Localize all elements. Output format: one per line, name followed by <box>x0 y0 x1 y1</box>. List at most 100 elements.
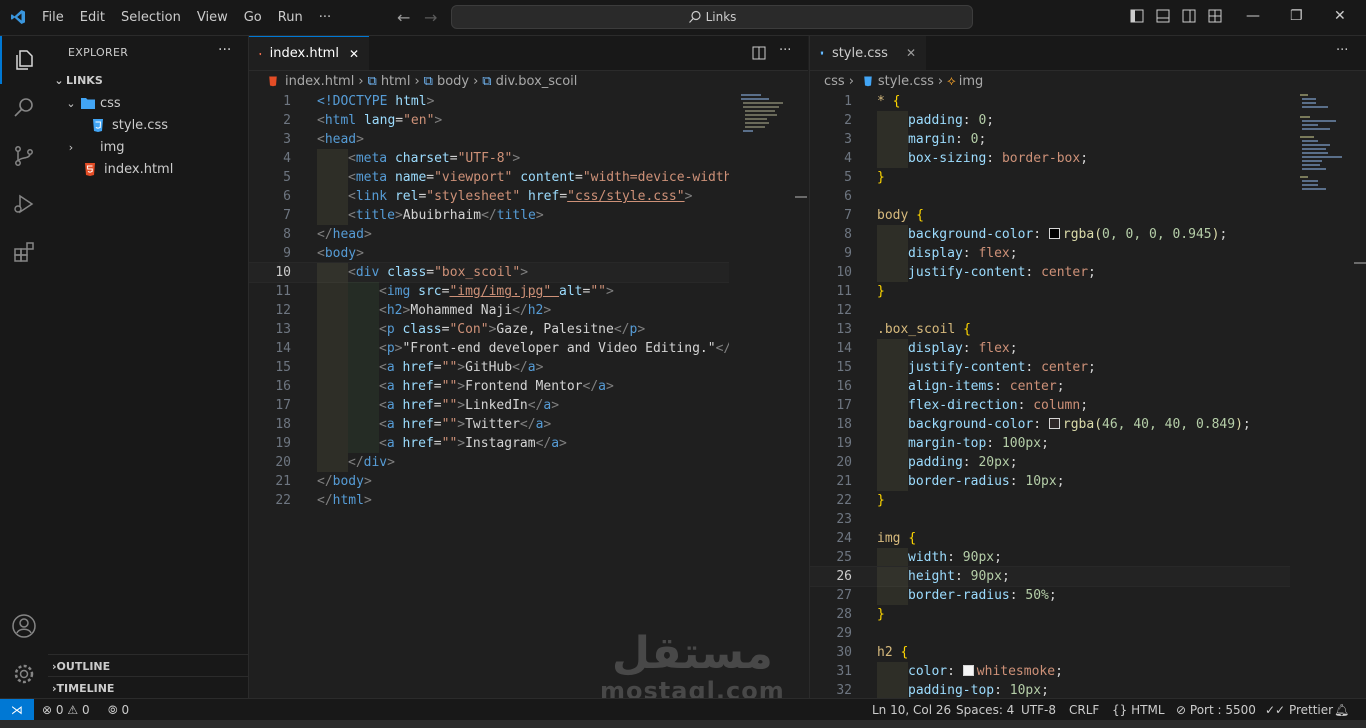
workspace-root[interactable]: ⌄ LINKS <box>48 69 252 91</box>
editor-more-icon[interactable]: ··· <box>779 43 791 58</box>
code-line[interactable]: 13 .box_scoil { <box>810 320 1290 339</box>
code-line[interactable]: 26 height: 90px; <box>810 566 1290 587</box>
code-line[interactable]: 22} <box>810 491 1290 510</box>
code-line[interactable]: 19 margin-top: 100px; <box>810 434 1290 453</box>
code-line[interactable]: 4 <meta charset="UTF-8"> <box>249 149 729 168</box>
code-line[interactable]: 4 box-sizing: border-box; <box>810 149 1290 168</box>
code-line[interactable]: 18 background-color: rgba(46, 40, 40, 0.8… <box>810 415 1290 434</box>
menu-go[interactable]: Go <box>236 10 270 25</box>
live-server-port[interactable]: ⊘ Port : 5500 <box>1176 699 1256 721</box>
code-line[interactable]: 2 padding: 0; <box>810 111 1290 130</box>
close-tab-icon[interactable]: ✕ <box>906 46 916 60</box>
code-area-left[interactable]: 1 <!DOCTYPE html> 2 <html lang="en"> 3 <head>… <box>249 92 729 698</box>
code-line[interactable]: 16 align-items: center; <box>810 377 1290 396</box>
close-window-icon[interactable]: ✕ <box>1334 8 1346 24</box>
code-line[interactable]: 28} <box>810 605 1290 624</box>
code-line[interactable]: 7 body { <box>810 206 1290 225</box>
code-line[interactable]: 25 width: 90px; <box>810 548 1290 567</box>
code-line[interactable]: 6 <box>810 187 1290 206</box>
minimize-window-icon[interactable]: — <box>1246 8 1260 24</box>
tab-index-html[interactable]: index.html ✕ <box>249 36 369 70</box>
line-ending[interactable]: CRLF <box>1069 699 1099 721</box>
code-line[interactable]: 29 <box>810 624 1290 643</box>
code-line[interactable]: 11 <img src="img/img.jpg" alt=""> <box>249 282 729 301</box>
code-line[interactable]: 21 </body> <box>249 472 729 491</box>
tree-item-img-folder[interactable]: › img <box>48 136 264 158</box>
tab-style-css[interactable]: style.css ✕ <box>810 36 926 70</box>
code-line[interactable]: 2 <html lang="en"> <box>249 111 729 130</box>
code-line[interactable]: 14 <p>"Front-end developer and Video Edit… <box>249 339 729 358</box>
code-line[interactable]: 6 <link rel="stylesheet" href="css/style.… <box>249 187 729 206</box>
code-line[interactable]: 23 <box>810 510 1290 529</box>
minimap-right[interactable] <box>1298 92 1358 212</box>
code-line[interactable]: 24 img { <box>810 529 1290 548</box>
code-line[interactable]: 8 </head> <box>249 225 729 244</box>
remote-indicator[interactable]: ⋊ <box>0 699 34 721</box>
source-control-activity[interactable] <box>0 132 48 180</box>
code-line[interactable]: 9 <body> <box>249 244 729 263</box>
menu-more[interactable]: ··· <box>311 10 339 25</box>
code-line[interactable]: 8 background-color: rgba(0, 0, 0, 0.945); <box>810 225 1290 244</box>
search-activity[interactable] <box>0 84 48 132</box>
language-mode[interactable]: {} HTML <box>1112 699 1165 721</box>
code-line[interactable]: 19 <a href="">Instagram</a> <box>249 434 729 453</box>
code-line[interactable]: 3 <head> <box>249 130 729 149</box>
color-swatch[interactable] <box>962 665 974 676</box>
code-line[interactable]: 20 padding: 20px; <box>810 453 1290 472</box>
code-line[interactable]: 10 justify-content: center; <box>810 263 1290 282</box>
forward-arrow-icon[interactable]: → <box>424 8 437 27</box>
run-debug-activity[interactable] <box>0 180 48 228</box>
breadcrumb-item[interactable]: css <box>824 74 845 89</box>
menu-edit[interactable]: Edit <box>72 10 113 25</box>
code-line[interactable]: 15 justify-content: center; <box>810 358 1290 377</box>
code-line[interactable]: 1 <!DOCTYPE html> <box>249 92 729 111</box>
code-line[interactable]: 14 display: flex; <box>810 339 1290 358</box>
menu-view[interactable]: View <box>189 10 236 25</box>
notifications-bell[interactable]: 🔔︎ <box>1334 699 1349 721</box>
code-line[interactable]: 27 border-radius: 50%; <box>810 586 1290 605</box>
customize-layout-icon[interactable] <box>1208 9 1222 23</box>
code-line[interactable]: 30 h2 { <box>810 643 1290 662</box>
breadcrumb-item[interactable]: body <box>437 74 469 89</box>
vscode-logo-icon[interactable] <box>10 9 26 25</box>
close-tab-icon[interactable]: ✕ <box>349 47 359 61</box>
code-area-right[interactable]: 1 * {2 padding: 0; 3 margin: 0; 4 box-sizing: … <box>810 92 1290 698</box>
back-arrow-icon[interactable]: ← <box>397 8 410 27</box>
explorer-more-button[interactable]: ··· <box>218 42 231 58</box>
code-line[interactable]: 31 color: whitesmoke; <box>810 662 1290 681</box>
timeline-section[interactable]: › TIMELINE <box>48 676 252 699</box>
code-line[interactable]: 5} <box>810 168 1290 187</box>
menu-run[interactable]: Run <box>270 10 311 25</box>
breadcrumb-item[interactable]: html <box>381 74 411 89</box>
code-line[interactable]: 13 <p class="Con">Gaze, Palesitne</p> <box>249 320 729 339</box>
editor-more-icon[interactable]: ··· <box>1336 43 1348 58</box>
toggle-panel-icon[interactable] <box>1156 9 1170 23</box>
breadcrumb-item[interactable]: img <box>959 74 984 89</box>
code-line[interactable]: 18 <a href="">Twitter</a> <box>249 415 729 434</box>
code-line[interactable]: 5 <meta name="viewport" content="width=de… <box>249 168 729 187</box>
command-center-search[interactable]: Links <box>451 5 973 29</box>
code-line[interactable]: 12 <box>810 301 1290 320</box>
code-line[interactable]: 7 <title>Abuibrhaim</title> <box>249 206 729 225</box>
prettier-indicator[interactable]: ✓✓ Prettier <box>1265 699 1333 721</box>
color-swatch[interactable] <box>1048 228 1060 239</box>
code-line[interactable]: 9 display: flex; <box>810 244 1290 263</box>
code-line[interactable]: 17 <a href="">LinkedIn</a> <box>249 396 729 415</box>
minimap-left[interactable] <box>739 92 799 152</box>
tree-item-index-html[interactable]: index.html <box>48 158 282 180</box>
code-line[interactable]: 21 border-radius: 10px; <box>810 472 1290 491</box>
code-line[interactable]: 11} <box>810 282 1290 301</box>
split-editor-icon[interactable] <box>752 46 766 60</box>
code-line[interactable]: 17 flex-direction: column; <box>810 396 1290 415</box>
manage-activity[interactable] <box>0 650 48 698</box>
extensions-activity[interactable] <box>0 228 48 276</box>
restore-window-icon[interactable]: ❐ <box>1290 8 1303 24</box>
outline-section[interactable]: › OUTLINE <box>48 654 252 677</box>
code-line[interactable]: 20 </div> <box>249 453 729 472</box>
toggle-secondary-sidebar-icon[interactable] <box>1182 9 1196 23</box>
breadcrumb-item[interactable]: div.box_scoil <box>496 74 578 89</box>
menu-selection[interactable]: Selection <box>113 10 189 25</box>
problems-indicator[interactable]: ⊗ 0 ⚠ 0 <box>42 699 90 721</box>
toggle-primary-sidebar-icon[interactable] <box>1130 9 1144 23</box>
color-swatch[interactable] <box>1048 418 1060 429</box>
